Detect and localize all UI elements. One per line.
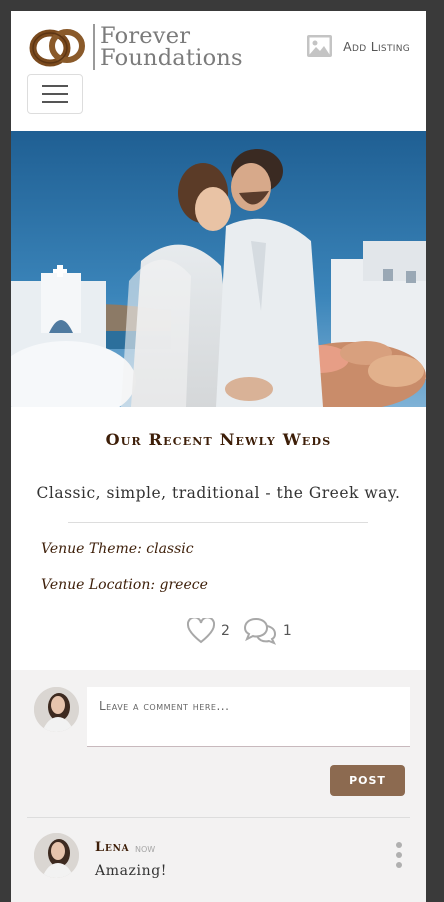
newlyweds-photo: [11, 131, 426, 407]
avatar-portrait: [34, 833, 79, 878]
page: Forever Foundations Add Listing Our Rece…: [11, 11, 426, 902]
comments-divider: [27, 817, 410, 818]
brand-line-1: Forever: [100, 23, 191, 49]
heart-icon[interactable]: [187, 618, 215, 644]
venue-theme: Venue Theme: classic: [41, 541, 194, 557]
comments-section: POST Lena now Amazing!: [11, 670, 426, 902]
add-listing-label: Add Listing: [343, 38, 410, 54]
brand-name: Forever Foundations: [100, 23, 243, 71]
brand-logo[interactable]: Forever Foundations: [27, 23, 243, 71]
hamburger-bar: [42, 93, 68, 95]
post-title: Our Recent Newly Weds: [105, 430, 332, 449]
comment-author-avatar: [34, 833, 79, 878]
comment-timestamp: now: [135, 842, 156, 855]
current-user-avatar: [34, 687, 79, 732]
comment-text: Amazing!: [95, 863, 167, 879]
hamburger-bar: [42, 101, 68, 103]
post-comment-button[interactable]: POST: [330, 765, 405, 796]
image-icon: [307, 35, 333, 57]
avatar-portrait: [34, 687, 79, 732]
comment-count: 1: [282, 623, 292, 639]
brand-line-2: Foundations: [100, 45, 243, 71]
add-listing-link[interactable]: Add Listing: [306, 34, 410, 58]
site-header: Forever Foundations Add Listing: [11, 11, 426, 131]
like-count: 2: [221, 623, 230, 639]
logo-divider: [93, 24, 95, 70]
menu-toggle-button[interactable]: [27, 74, 83, 114]
post-reactions: 2 1: [187, 617, 292, 645]
comment-author[interactable]: Lena: [95, 840, 129, 855]
hamburger-bar: [42, 85, 68, 87]
newlyweds-photo-illustration: [11, 131, 426, 407]
post-divider: [68, 522, 368, 523]
kebab-dot: [396, 852, 402, 858]
wedding-rings-logo-icon: [29, 29, 85, 67]
comment-options-kebab-icon[interactable]: [394, 842, 404, 868]
kebab-dot: [396, 862, 402, 868]
venue-location: Venue Location: greece: [41, 577, 208, 593]
comment-bubbles-icon[interactable]: [243, 617, 277, 645]
kebab-dot: [396, 842, 402, 848]
comment-input[interactable]: [87, 687, 410, 747]
post-caption: Classic, simple, traditional - the Greek…: [36, 484, 401, 502]
